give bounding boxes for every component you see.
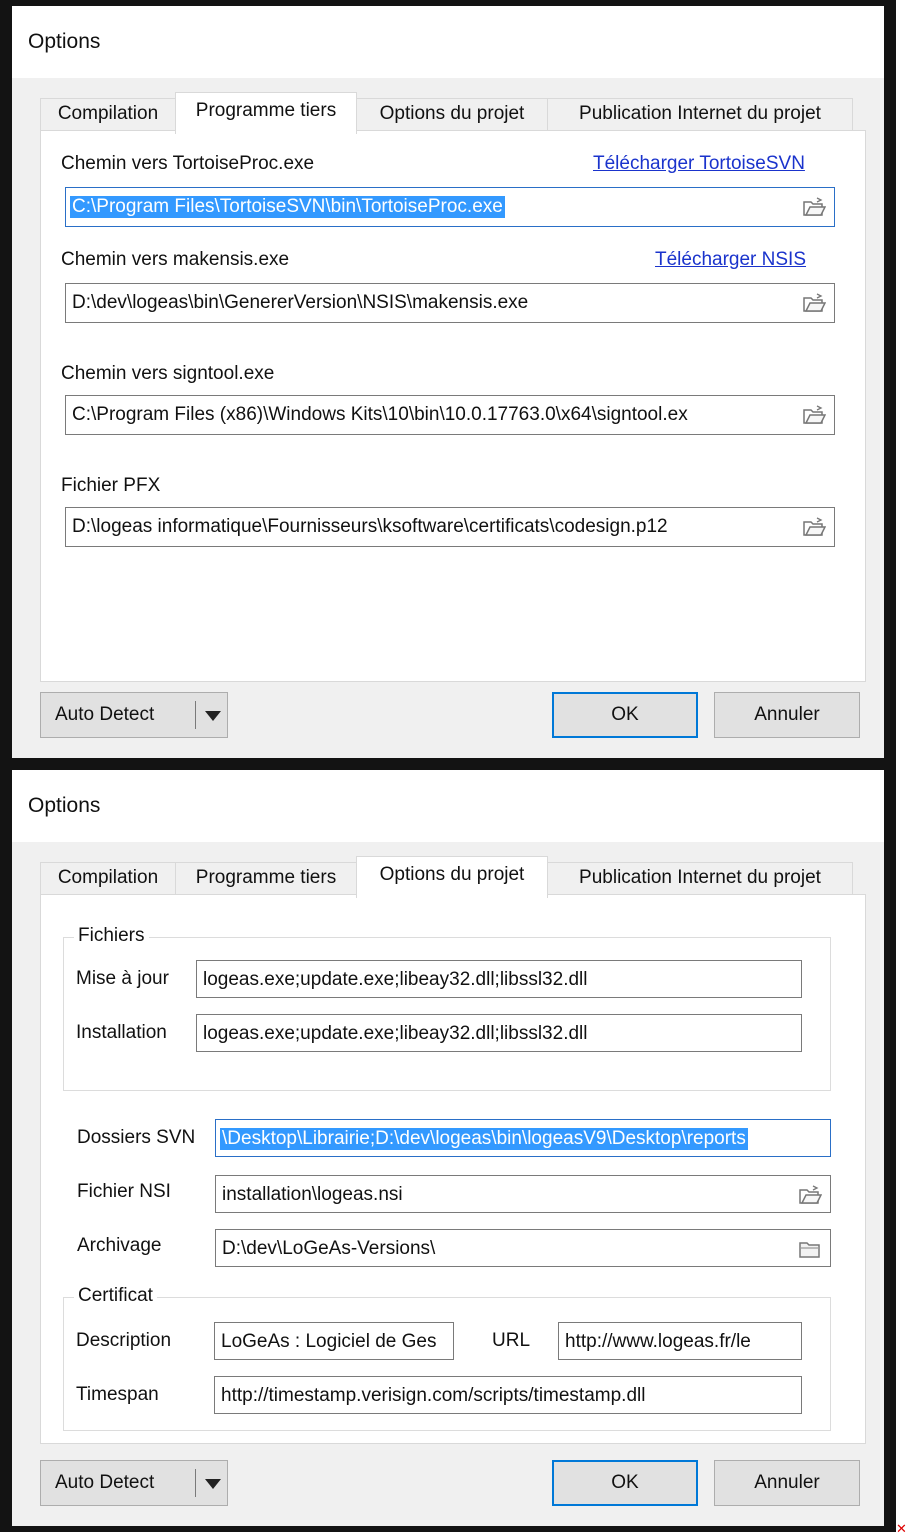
signtool-path-value: C:\Program Files (x86)\Windows Kits\10\b… [72, 404, 688, 425]
open-file-icon[interactable] [802, 515, 827, 539]
fichiers-group-title: Fichiers [74, 925, 149, 947]
tab-programme-tiers[interactable]: Programme tiers [175, 862, 357, 894]
timespan-input[interactable]: http://timestamp.verisign.com/scripts/ti… [214, 1376, 802, 1414]
tab-panel: Fichiers Mise à jour logeas.exe;update.e… [40, 894, 866, 1444]
options-dialog: Options Compilation Programme tiers Opti… [12, 770, 884, 1526]
download-nsis-link[interactable]: Télécharger NSIS [655, 249, 806, 271]
tab-options-du-projet[interactable]: Options du projet [356, 98, 548, 130]
split-separator [195, 701, 196, 729]
tortoiseproc-path-input[interactable]: C:\Program Files\TortoiseSVN\bin\Tortois… [65, 187, 835, 227]
installation-input[interactable]: logeas.exe;update.exe;libeay32.dll;libss… [196, 1014, 802, 1052]
dropdown-arrow-icon[interactable] [205, 711, 221, 721]
tab-publication-internet[interactable]: Publication Internet du projet [547, 862, 853, 894]
dossiers-svn-label: Dossiers SVN [77, 1127, 196, 1148]
makensis-label: Chemin vers makensis.exe [61, 249, 290, 270]
auto-detect-button[interactable]: Auto Detect [40, 692, 228, 738]
auto-detect-label: Auto Detect [55, 704, 155, 725]
dialog-title: Options [28, 30, 101, 53]
ok-button[interactable]: OK [552, 1460, 698, 1506]
tab-publication-internet[interactable]: Publication Internet du projet [547, 98, 853, 130]
url-label: URL [492, 1330, 531, 1351]
archivage-label: Archivage [77, 1235, 162, 1256]
installation-value: logeas.exe;update.exe;libeay32.dll;libss… [203, 1023, 588, 1044]
dropdown-arrow-icon[interactable] [205, 1479, 221, 1489]
makensis-path-value: D:\dev\logeas\bin\GenererVersion\NSIS\ma… [72, 292, 529, 313]
archivage-value: D:\dev\LoGeAs-Versions\ [222, 1238, 436, 1259]
title-bar: Options [12, 6, 884, 78]
tab-panel: Chemin vers TortoiseProc.exe Télécharger… [40, 130, 866, 682]
fichier-nsi-input[interactable]: installation\logeas.nsi [215, 1175, 831, 1213]
makensis-path-input[interactable]: D:\dev\logeas\bin\GenererVersion\NSIS\ma… [65, 283, 835, 323]
certificat-group: Certificat Description LoGeAs : Logiciel… [63, 1285, 831, 1431]
auto-detect-button[interactable]: Auto Detect [40, 1460, 228, 1506]
tab-programme-tiers[interactable]: Programme tiers [175, 92, 357, 134]
tab-options-du-projet[interactable]: Options du projet [356, 856, 548, 898]
split-separator [195, 1469, 196, 1497]
tab-compilation[interactable]: Compilation [40, 862, 176, 894]
auto-detect-label: Auto Detect [55, 1472, 155, 1493]
broken-image-icon: ✕ [896, 1521, 907, 1536]
dialog-title: Options [28, 794, 101, 817]
dossiers-svn-input[interactable]: \Desktop\Librairie;D:\dev\logeas\bin\log… [215, 1119, 831, 1157]
url-value: http://www.logeas.fr/le [565, 1331, 751, 1352]
signtool-path-input[interactable]: C:\Program Files (x86)\Windows Kits\10\b… [65, 395, 835, 435]
screenshot-options-du-projet: Options Compilation Programme tiers Opti… [0, 764, 896, 1532]
open-file-icon[interactable] [802, 403, 827, 427]
mise-a-jour-input[interactable]: logeas.exe;update.exe;libeay32.dll;libss… [196, 960, 802, 998]
pfx-path-input[interactable]: D:\logeas informatique\Fournisseurs\ksof… [65, 507, 835, 547]
url-input[interactable]: http://www.logeas.fr/le [558, 1322, 802, 1360]
fichier-nsi-label: Fichier NSI [77, 1181, 171, 1202]
open-file-icon[interactable] [802, 291, 827, 315]
cancel-button[interactable]: Annuler [714, 692, 860, 738]
open-file-icon[interactable] [802, 195, 827, 219]
fichier-nsi-value: installation\logeas.nsi [222, 1184, 403, 1205]
mise-a-jour-value: logeas.exe;update.exe;libeay32.dll;libss… [203, 969, 588, 990]
timespan-value: http://timestamp.verisign.com/scripts/ti… [221, 1385, 646, 1406]
timespan-label: Timespan [76, 1384, 159, 1405]
description-label: Description [76, 1330, 172, 1351]
tortoiseproc-path-value: C:\Program Files\TortoiseSVN\bin\Tortois… [70, 196, 505, 218]
options-dialog: Options Compilation Programme tiers Opti… [12, 6, 884, 758]
description-value: LoGeAs : Logiciel de Ges [221, 1331, 437, 1352]
fichiers-group: Fichiers Mise à jour logeas.exe;update.e… [63, 925, 831, 1091]
mise-a-jour-label: Mise à jour [76, 968, 169, 989]
tab-strip: Compilation Programme tiers Options du p… [40, 92, 864, 134]
signtool-label: Chemin vers signtool.exe [61, 363, 275, 384]
open-file-icon[interactable] [798, 1183, 823, 1207]
tab-strip: Compilation Programme tiers Options du p… [40, 856, 864, 898]
installation-label: Installation [76, 1022, 167, 1043]
description-input[interactable]: LoGeAs : Logiciel de Ges [214, 1322, 454, 1360]
archivage-input[interactable]: D:\dev\LoGeAs-Versions\ [215, 1229, 831, 1267]
cancel-button[interactable]: Annuler [714, 1460, 860, 1506]
pfx-label: Fichier PFX [61, 475, 161, 496]
title-bar: Options [12, 770, 884, 842]
download-tortoisesvn-link[interactable]: Télécharger TortoiseSVN [593, 153, 805, 175]
pfx-path-value: D:\logeas informatique\Fournisseurs\ksof… [72, 516, 668, 537]
dossiers-svn-value: \Desktop\Librairie;D:\dev\logeas\bin\log… [220, 1128, 748, 1150]
ok-button[interactable]: OK [552, 692, 698, 738]
tortoiseproc-label: Chemin vers TortoiseProc.exe [61, 153, 315, 174]
screenshot-programme-tiers: Options Compilation Programme tiers Opti… [0, 0, 896, 764]
certificat-group-title: Certificat [74, 1285, 157, 1307]
folder-icon[interactable] [798, 1237, 822, 1261]
tab-compilation[interactable]: Compilation [40, 98, 176, 130]
